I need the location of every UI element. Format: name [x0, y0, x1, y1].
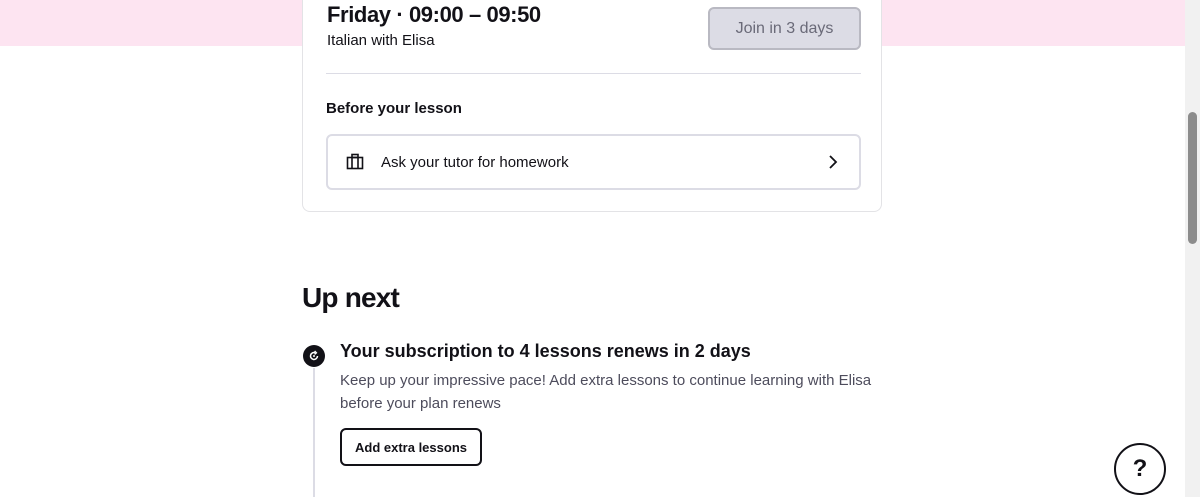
renew-icon — [303, 345, 325, 367]
help-button[interactable]: ? — [1114, 443, 1166, 495]
briefcase-icon — [346, 153, 364, 170]
timeline-line — [313, 368, 315, 497]
scrollbar-thumb[interactable] — [1188, 112, 1197, 244]
subscription-renew-description: Keep up your impressive pace! Add extra … — [340, 372, 872, 412]
up-next-heading: Up next — [302, 282, 400, 313]
divider — [326, 73, 861, 74]
scrollbar-track[interactable] — [1185, 0, 1200, 497]
subscription-renew-title: Your subscription to 4 lessons renews in… — [340, 341, 751, 361]
ask-homework-item[interactable]: Ask your tutor for homework — [326, 134, 861, 190]
join-lesson-button[interactable]: Join in 3 days — [708, 7, 861, 50]
before-lesson-title: Before your lesson — [326, 100, 462, 117]
lesson-time: Friday · 09:00 – 09:50 — [327, 2, 541, 27]
chevron-right-icon — [829, 155, 838, 169]
ask-homework-label: Ask your tutor for homework — [381, 153, 569, 171]
lesson-card: Friday · 09:00 – 09:50 Italian with Elis… — [302, 0, 882, 212]
add-extra-lessons-button[interactable]: Add extra lessons — [340, 428, 482, 466]
lesson-subtitle: Italian with Elisa — [327, 32, 435, 49]
